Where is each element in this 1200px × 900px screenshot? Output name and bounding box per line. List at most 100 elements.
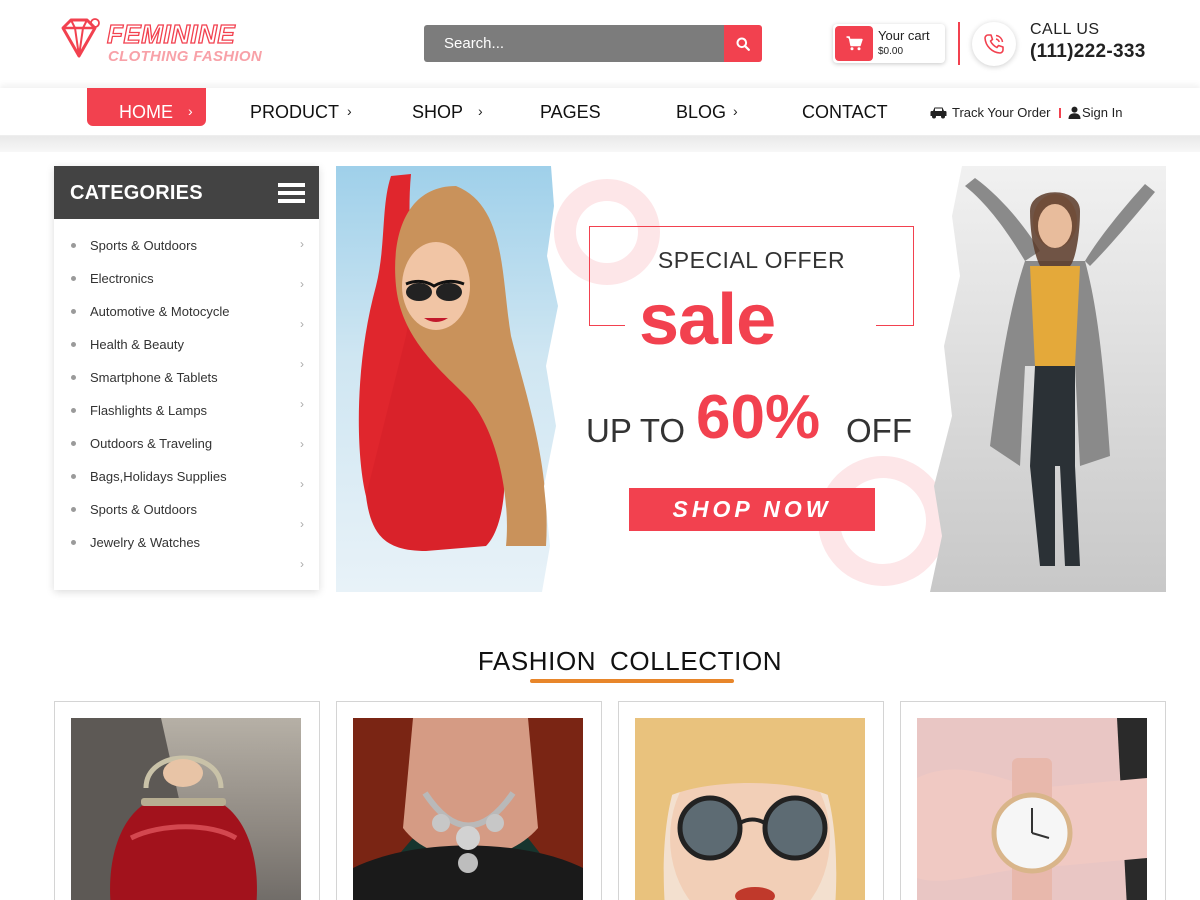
chevron-right-icon: › — [300, 477, 304, 491]
nav-home[interactable]: HOME › — [87, 88, 206, 126]
user-icon — [1068, 106, 1081, 119]
category-label: Health & Beauty — [90, 337, 184, 352]
chevron-right-icon: › — [300, 237, 304, 251]
product-image — [71, 718, 301, 900]
hamburger-menu-icon[interactable] — [278, 183, 305, 203]
collection-card[interactable] — [336, 701, 602, 900]
hero-image-right — [930, 166, 1166, 592]
phone-icon — [984, 34, 1004, 54]
category-label: Automotive & Motocycle — [90, 304, 230, 319]
chevron-right-icon: › — [300, 517, 304, 531]
sunglasses-model-image — [635, 718, 865, 900]
category-item[interactable]: Jewelry & Watches — [54, 528, 319, 561]
sale-text: sale — [639, 280, 776, 360]
off-text: OFF — [846, 412, 912, 449]
chevron-right-icon: › — [300, 557, 304, 571]
nav-label: PAGES — [540, 102, 601, 122]
category-label: Electronics — [90, 271, 154, 286]
nav-pages[interactable]: PAGES — [540, 88, 610, 126]
brand-logo[interactable]: FEMININE CLOTHING FASHION — [55, 16, 265, 72]
collection-card[interactable] — [618, 701, 884, 900]
collection-card[interactable] — [54, 701, 320, 900]
special-offer-text: SPECIAL OFFER — [657, 247, 846, 273]
categories-panel: CATEGORIES Sports & Outdoors Electronics A… — [54, 166, 319, 590]
nav-label: SHOP — [412, 102, 464, 122]
chevron-right-icon: › — [300, 397, 304, 411]
shopping-cart-icon — [846, 36, 863, 51]
wrist-watch-image — [917, 718, 1147, 900]
bullet-icon — [71, 540, 76, 545]
category-item[interactable]: Health & Beauty — [54, 330, 319, 363]
category-label: Bags,Holidays Supplies — [90, 469, 227, 484]
track-order-label: Track Your Order — [952, 105, 1051, 120]
cart-total: $0.00 — [878, 46, 904, 57]
category-label: Smartphone & Tablets — [90, 370, 218, 385]
search-bar — [424, 25, 762, 62]
bullet-icon — [71, 507, 76, 512]
category-item[interactable]: Outdoors & Traveling — [54, 429, 319, 462]
bullet-icon — [71, 375, 76, 380]
bullet-icon — [71, 276, 76, 281]
nav-shop[interactable]: SHOP › — [412, 88, 492, 126]
shop-now-button[interactable]: SHOP NOW — [629, 488, 875, 531]
nav-separator — [1059, 108, 1061, 118]
phone-button[interactable] — [972, 22, 1016, 66]
category-item[interactable]: Sports & Outdoors — [54, 231, 319, 264]
category-item[interactable]: Electronics — [54, 264, 319, 297]
title-underline — [530, 679, 734, 683]
diamond-icon — [61, 18, 100, 58]
bullet-icon — [71, 309, 76, 314]
category-label: Sports & Outdoors — [90, 238, 197, 253]
statement-necklace-image — [353, 718, 583, 900]
chevron-right-icon: › — [188, 103, 193, 119]
cart-button[interactable]: Your cart $0.00 — [833, 24, 945, 63]
nav-label: CONTACT — [802, 102, 888, 122]
bullet-icon — [71, 474, 76, 479]
nav-shadow-strip — [0, 136, 1200, 152]
chevron-right-icon: › — [300, 317, 304, 331]
cart-icon-box — [835, 26, 873, 61]
product-image — [353, 718, 583, 900]
product-image — [635, 718, 865, 900]
nav-blog[interactable]: BLOG › — [676, 88, 746, 126]
brand-tagline: CLOTHING FASHION — [108, 48, 262, 65]
bullet-icon — [71, 243, 76, 248]
nav-contact[interactable]: CONTACT — [802, 88, 897, 126]
categories-header: CATEGORIES — [54, 166, 319, 219]
category-label: Sports & Outdoors — [90, 502, 197, 517]
chevron-right-icon: › — [300, 357, 304, 371]
category-item[interactable]: Automotive & Motocycle — [54, 297, 319, 330]
sign-in-label: Sign In — [1082, 105, 1123, 120]
category-item[interactable]: Flashlights & Lamps — [54, 396, 319, 429]
call-us-label: CALL US — [1030, 21, 1100, 38]
brand-name: FEMININE — [106, 18, 236, 49]
site-header: FEMININE CLOTHING FASHION Your cart $0.0… — [0, 0, 1200, 88]
search-icon — [736, 37, 750, 51]
category-item[interactable]: Sports & Outdoors — [54, 495, 319, 528]
nav-product[interactable]: PRODUCT › — [250, 88, 360, 126]
collection-card[interactable] — [900, 701, 1166, 900]
red-handbag-image — [71, 718, 257, 900]
car-icon — [930, 107, 947, 119]
category-item[interactable]: Smartphone & Tablets — [54, 363, 319, 396]
nav-label: HOME — [119, 102, 173, 122]
chevron-right-icon: › — [478, 103, 483, 119]
model-grey-coat-image — [965, 178, 1155, 566]
bullet-icon — [71, 441, 76, 446]
discount-percent: 60% — [696, 383, 821, 452]
offer-frame-line — [876, 325, 914, 326]
chevron-right-icon: › — [300, 437, 304, 451]
hero-image-left — [336, 166, 558, 592]
bullet-icon — [71, 408, 76, 413]
category-item[interactable]: Bags,Holidays Supplies — [54, 462, 319, 495]
model-red-sweater-image — [358, 174, 547, 551]
search-input[interactable] — [424, 25, 724, 62]
hero-banner: SPECIAL OFFER sale UP TO 60% OFF SHOP NO… — [336, 166, 1166, 592]
phone-number[interactable]: (111)222-333 — [1030, 41, 1146, 63]
product-image — [917, 718, 1147, 900]
nav-label: BLOG — [676, 102, 727, 122]
up-to-text: UP TO — [586, 412, 686, 449]
chevron-right-icon: › — [733, 103, 738, 119]
search-button[interactable] — [724, 25, 762, 62]
chevron-right-icon: › — [347, 103, 352, 119]
